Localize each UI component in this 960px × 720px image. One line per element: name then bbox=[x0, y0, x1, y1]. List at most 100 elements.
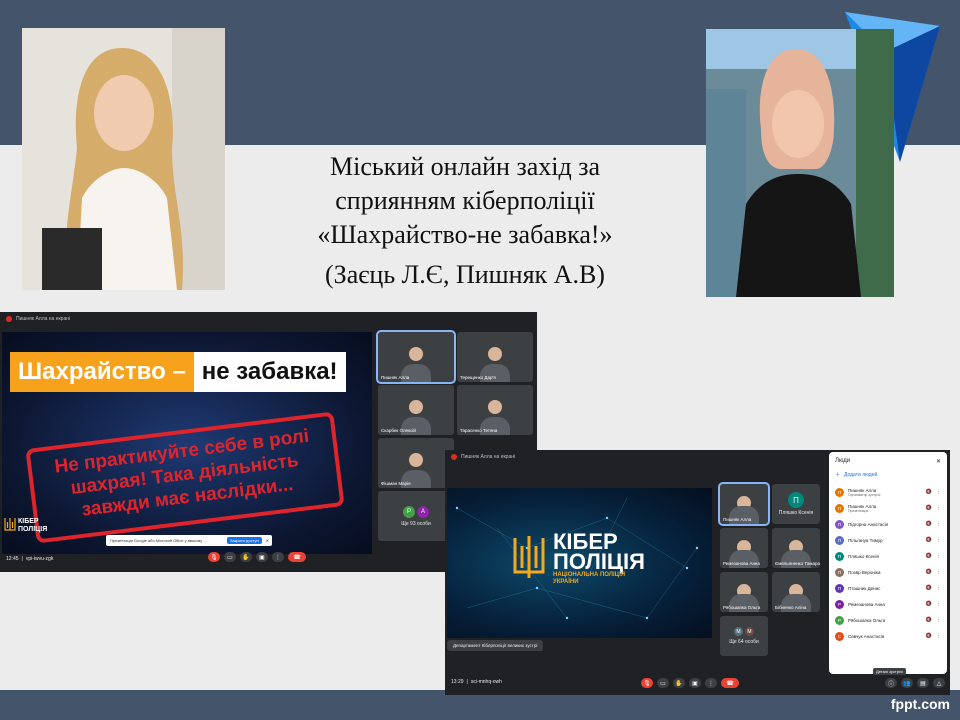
mic-muted-icon[interactable]: 🔇 bbox=[926, 489, 932, 495]
person-row[interactable]: Р Ремезанова Анна 🔇 ⋮ bbox=[835, 596, 941, 612]
meet2-presenting-label: Пишняк Алла на екрані bbox=[461, 454, 516, 460]
person-name: Савчук Анастасія bbox=[848, 633, 885, 639]
person-row[interactable]: С Савчук Анастасія 🔇 ⋮ bbox=[835, 628, 941, 644]
people-panel: Люди ✕ ＋ Додати людей П Пишняк Алла Органі… bbox=[829, 452, 947, 674]
person-more-icon[interactable]: ⋮ bbox=[936, 633, 941, 639]
person-name: Рябошапка Ольга bbox=[848, 617, 886, 623]
participant-tile[interactable]: Терещенко Дар'я bbox=[457, 332, 533, 382]
present-icon[interactable]: ▣ bbox=[689, 678, 701, 688]
person-more-icon[interactable]: ⋮ bbox=[936, 585, 941, 591]
meet-screenshot-2: Пишняк Алла на екрані КІБЕР ПОЛІЦІЯ НАЦІ… bbox=[445, 450, 950, 695]
hang-up-icon[interactable]: ☎ bbox=[721, 678, 739, 688]
participant-tile[interactable]: Пишняк Алла bbox=[376, 330, 456, 384]
chat-icon[interactable]: ▤ bbox=[917, 678, 929, 688]
participant-tile[interactable]: Скарбек Олексій bbox=[378, 385, 454, 435]
mic-muted-icon[interactable]: 🔇 bbox=[926, 601, 932, 607]
hang-up-icon[interactable]: ☎ bbox=[288, 552, 306, 562]
person-row[interactable]: П Пташник Денис 🔇 ⋮ bbox=[835, 580, 941, 596]
people-list: П Пишняк Алла Організатор зустрічі 🔇 ⋮ П Пишня… bbox=[835, 484, 941, 644]
person-name-block: Рябошапка Ольга bbox=[848, 618, 922, 623]
more-options-icon[interactable]: ⋮ bbox=[705, 678, 717, 688]
others-tile[interactable]: М М Ще 64 особи bbox=[720, 616, 768, 656]
mic-muted-icon[interactable]: 🔇 bbox=[926, 537, 932, 543]
person-avatar: П bbox=[835, 567, 844, 577]
notice-text: Презентація Google або Microsoft Office … bbox=[110, 538, 207, 543]
meet2-right-controls: ⓘ 👥 ▤ △ bbox=[885, 678, 945, 688]
meet1-code: vpi-iwvu-zgk bbox=[25, 556, 54, 562]
person-more-icon[interactable]: ⋮ bbox=[936, 553, 941, 559]
person-name-block: Підгорна Анастасія bbox=[848, 522, 922, 527]
participant-tile[interactable]: П Пляшко Ксенія bbox=[772, 484, 820, 524]
add-people-button[interactable]: ＋ Додати людей bbox=[835, 471, 941, 479]
mic-muted-icon[interactable]: 🔇 bbox=[926, 585, 932, 591]
mic-muted-icon[interactable]: 🔇 bbox=[926, 521, 932, 527]
person-row[interactable]: П Пишняк Алла Організатор зустрічі 🔇 ⋮ bbox=[835, 484, 941, 500]
activities-icon[interactable]: △ bbox=[933, 678, 945, 688]
camera-icon[interactable]: ▭ bbox=[224, 552, 236, 562]
meet1-time: 12:45 bbox=[6, 556, 19, 562]
meet1-presenting-label: Пишняк Алла на екрані bbox=[16, 316, 71, 322]
person-more-icon[interactable]: ⋮ bbox=[936, 521, 941, 527]
mic-muted-icon[interactable]: 🔇 bbox=[926, 633, 932, 639]
participant-tile[interactable]: Фішман Марія bbox=[378, 438, 454, 488]
person-row[interactable]: П Позвр Вероніка 🔇 ⋮ bbox=[835, 564, 941, 580]
stop-sharing-button[interactable]: Закрити доступ bbox=[227, 537, 262, 544]
mic-muted-icon[interactable]: 🔇 bbox=[926, 553, 932, 559]
title-line-1: Міський онлайн захід за bbox=[329, 152, 601, 181]
person-more-icon[interactable]: ⋮ bbox=[936, 505, 941, 511]
participant-tile[interactable]: Тарасенко Тетяна bbox=[457, 385, 533, 435]
camera-icon[interactable]: ▭ bbox=[657, 678, 669, 688]
person-name-block: Пишняк Алла Організатор зустрічі bbox=[848, 488, 922, 497]
title-line-3: «Шахрайство-не забавка!» bbox=[317, 220, 613, 249]
mic-muted-icon[interactable]: 🔇 bbox=[926, 617, 932, 623]
participant-tile[interactable]: Ремезанова Анна bbox=[720, 528, 768, 568]
mic-muted-icon[interactable]: 🔇 bbox=[926, 569, 932, 575]
person-row[interactable]: П Пільгануа Тимур 🔇 ⋮ bbox=[835, 532, 941, 548]
person-row[interactable]: П Підгорна Анастасія 🔇 ⋮ bbox=[835, 516, 941, 532]
person-row[interactable]: Р Рябошапка Ольга 🔇 ⋮ bbox=[835, 612, 941, 628]
logo-main-text: КІБЕР ПОЛІЦІЯ bbox=[553, 529, 645, 574]
person-more-icon[interactable]: ⋮ bbox=[936, 601, 941, 607]
person-row[interactable]: П Пляшко Ксенія 🔇 ⋮ bbox=[835, 548, 941, 564]
participant-avatar: П bbox=[788, 492, 804, 508]
people-icon[interactable]: 👥 bbox=[901, 678, 913, 688]
person-name: Пташник Денис bbox=[848, 585, 881, 591]
participant-name: Терещенко Дар'я bbox=[460, 375, 496, 380]
meet1-headline: Шахрайство – не забавка! bbox=[10, 352, 346, 392]
mic-off-icon[interactable]: 🎙 bbox=[208, 552, 220, 562]
person-avatar: Р bbox=[835, 599, 844, 609]
trident-logo-icon bbox=[513, 536, 545, 578]
more-options-icon[interactable]: ⋮ bbox=[272, 552, 284, 562]
person-row[interactable]: П Пишняк Алла Презентація 🔇 ⋮ bbox=[835, 500, 941, 516]
participant-name: Фішман Марія bbox=[381, 481, 411, 486]
person-name-block: Пташник Денис bbox=[848, 586, 922, 591]
participant-tile[interactable]: Пишняк Алла bbox=[718, 482, 770, 526]
info-icon[interactable]: ⓘ bbox=[885, 678, 897, 688]
raise-hand-icon[interactable]: ✋ bbox=[673, 678, 685, 688]
person-name: Ремезанова Анна bbox=[848, 601, 885, 607]
raise-hand-icon[interactable]: ✋ bbox=[240, 552, 252, 562]
person-more-icon[interactable]: ⋮ bbox=[936, 569, 941, 575]
person-avatar: П bbox=[835, 551, 844, 561]
person-more-icon[interactable]: ⋮ bbox=[936, 489, 941, 495]
person-avatar: П bbox=[835, 535, 844, 545]
mic-muted-icon[interactable]: 🔇 bbox=[926, 505, 932, 511]
mic-off-icon[interactable]: 🎙 bbox=[641, 678, 653, 688]
close-panel-icon[interactable]: ✕ bbox=[936, 458, 941, 465]
participant-tile[interactable]: Ємельяненко Тамара bbox=[772, 528, 820, 568]
close-notice-icon[interactable]: ✕ bbox=[266, 538, 269, 543]
person-more-icon[interactable]: ⋮ bbox=[936, 537, 941, 543]
meet1-top-bar: Пишняк Алла на екрані bbox=[0, 312, 537, 326]
person-more-icon[interactable]: ⋮ bbox=[936, 617, 941, 623]
participant-tile[interactable]: Рябошапка Ольга bbox=[720, 572, 768, 612]
meet1-presentation: Шахрайство – не забавка! Не практикуйте … bbox=[2, 332, 372, 554]
presenting-icon bbox=[451, 454, 457, 460]
participant-tile[interactable]: Бібненко Аліна bbox=[772, 572, 820, 612]
slide-authors: (Заєць Л.Є, Пишняк А.В) bbox=[325, 260, 605, 289]
others-tile[interactable]: Р А Ще 93 особи bbox=[378, 491, 454, 541]
person-name-block: Савчук Анастасія bbox=[848, 634, 922, 639]
slide-brand: fppt.com bbox=[890, 696, 950, 712]
participant-name: Скарбек Олексій bbox=[381, 428, 416, 433]
person-avatar: П bbox=[835, 503, 844, 513]
present-icon[interactable]: ▣ bbox=[256, 552, 268, 562]
